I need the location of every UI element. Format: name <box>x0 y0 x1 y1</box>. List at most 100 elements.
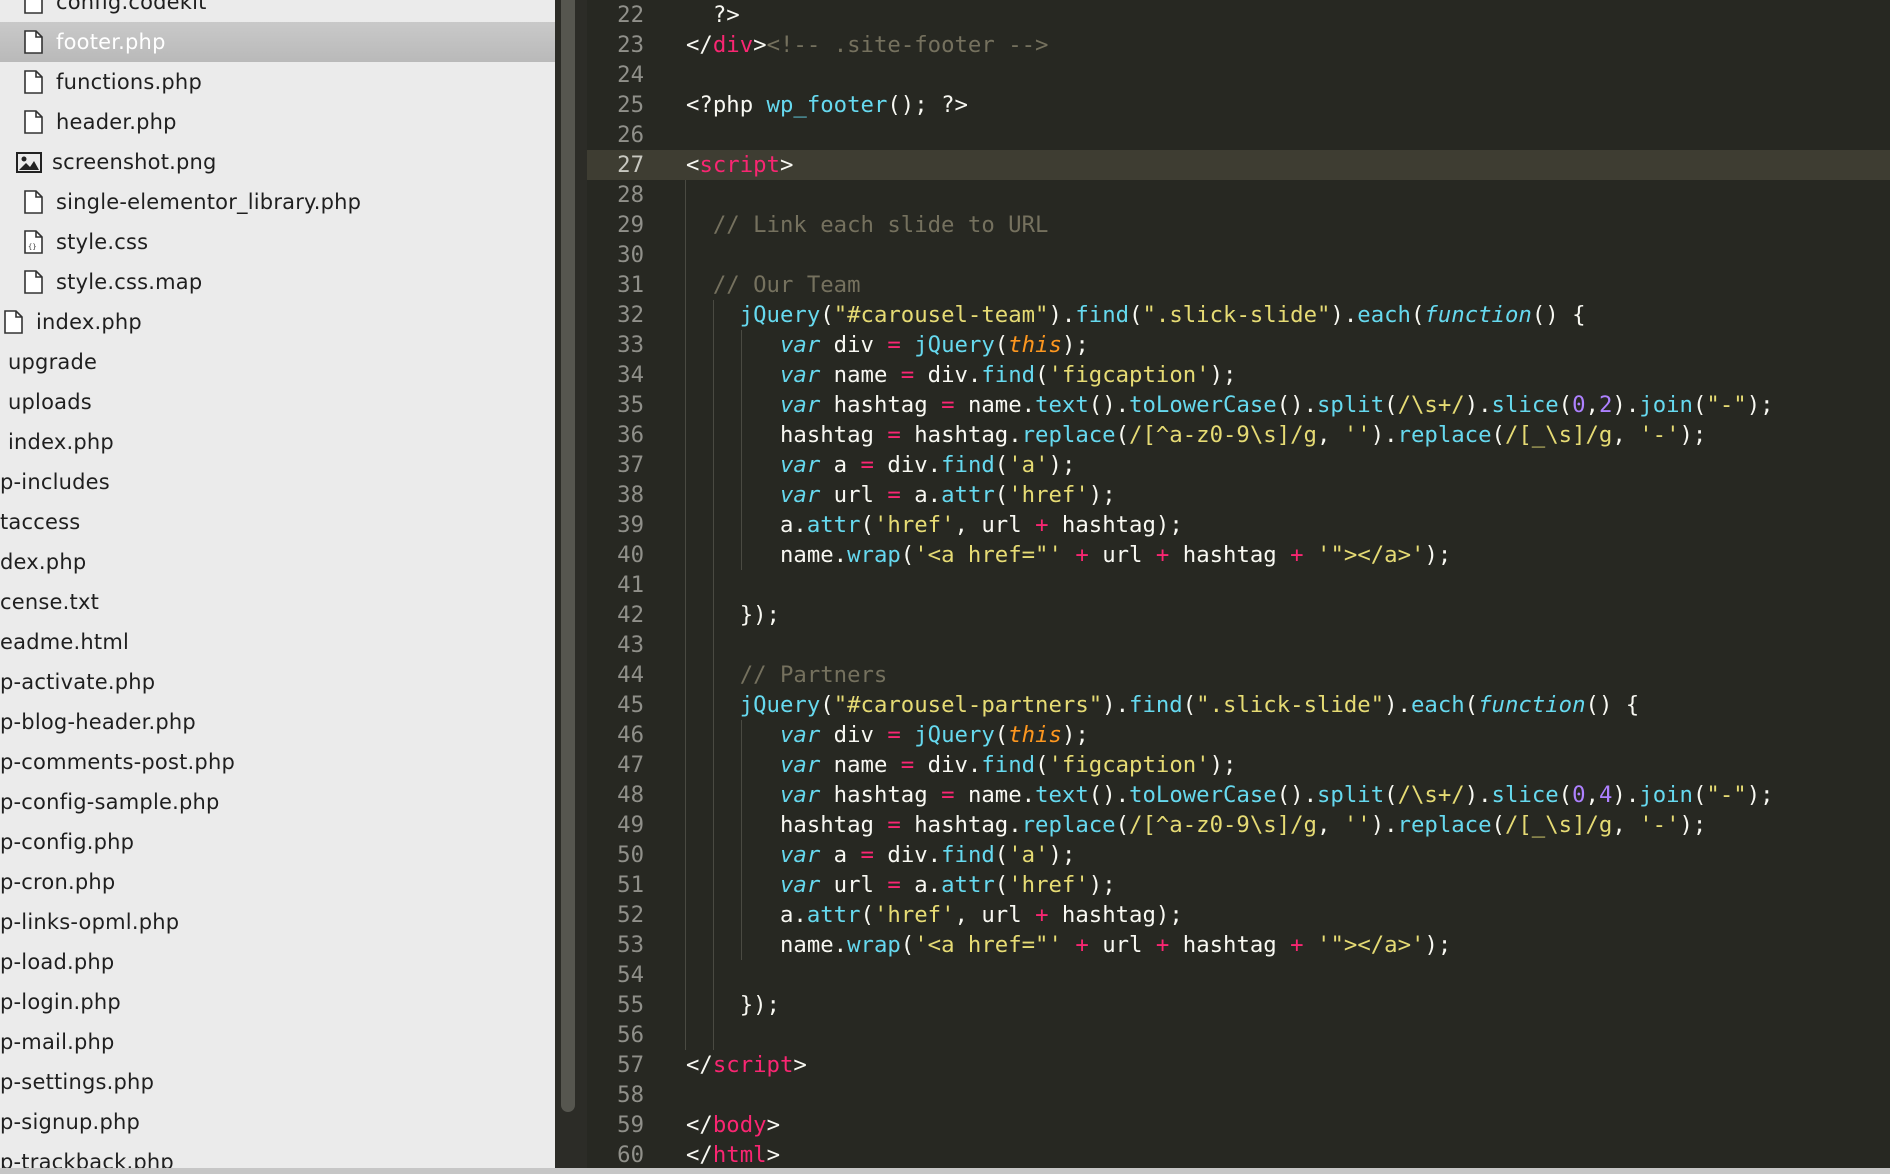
tree-item[interactable]: taccess <box>0 502 555 542</box>
tree-item-label: functions.php <box>56 70 202 94</box>
code-line[interactable]: 53 name.wrap('<a href="' + url + hashtag… <box>587 930 1890 960</box>
code-line[interactable]: 22 ?> <box>587 0 1890 30</box>
tree-item-label: p-signup.php <box>0 1110 141 1134</box>
code-line[interactable]: 42 }); <box>587 600 1890 630</box>
tree-item-label: single-elementor_library.php <box>56 190 362 214</box>
code-line[interactable]: 39 a.attr('href', url + hashtag); <box>587 510 1890 540</box>
line-number: 27 <box>617 152 644 178</box>
code-line[interactable]: 41 <box>587 570 1890 600</box>
tree-item-label: p-activate.php <box>0 670 156 694</box>
tree-item[interactable]: index.php <box>0 302 555 342</box>
tree-item-label: p-config.php <box>0 830 135 854</box>
tree-item[interactable]: uploads <box>0 382 555 422</box>
tree-item[interactable]: eadme.html <box>0 622 555 662</box>
tree-item[interactable]: cense.txt <box>0 582 555 622</box>
code-line[interactable]: 34 var name = div.find('figcaption'); <box>587 360 1890 390</box>
code-line[interactable]: 35 var hashtag = name.text().toLowerCase… <box>587 390 1890 420</box>
tree-item[interactable]: p-settings.php <box>0 1062 555 1102</box>
code-line[interactable]: 36 hashtag = hashtag.replace(/[^a-z0-9\s… <box>587 420 1890 450</box>
line-number: 54 <box>617 962 644 988</box>
code-line[interactable]: 52 a.attr('href', url + hashtag); <box>587 900 1890 930</box>
code-line[interactable]: 37 var a = div.find('a'); <box>587 450 1890 480</box>
code-line[interactable]: 30 <box>587 240 1890 270</box>
code-line[interactable]: 54 <box>587 960 1890 990</box>
code-line[interactable]: 56 <box>587 1020 1890 1050</box>
tree-item[interactable]: header.php <box>0 102 555 142</box>
code-line[interactable]: 38 var url = a.attr('href'); <box>587 480 1890 510</box>
code-line[interactable]: 58 <box>587 1080 1890 1110</box>
tree-item-label: style.css.map <box>56 270 203 294</box>
code-line[interactable]: 24 <box>587 60 1890 90</box>
line-number: 45 <box>617 692 644 718</box>
line-number: 60 <box>617 1142 644 1168</box>
code-text: a.attr('href', url + hashtag); <box>686 512 1183 538</box>
code-line[interactable]: 50 var a = div.find('a'); <box>587 840 1890 870</box>
tree-item[interactable]: p-config.php <box>0 822 555 862</box>
code-editor[interactable]: 22 ?> 23 </div><!-- .site-footer --> 24 25 <?… <box>587 0 1890 1168</box>
tree-item[interactable]: p-config-sample.php <box>0 782 555 822</box>
horizontal-scrollbar[interactable] <box>0 1168 1890 1174</box>
file-icon <box>20 0 46 15</box>
code-text: var a = div.find('a'); <box>779 842 1076 868</box>
code-line[interactable]: 43 <box>587 630 1890 660</box>
code-line[interactable]: 51 var url = a.attr('href'); <box>587 870 1890 900</box>
code-line[interactable]: 23 </div><!-- .site-footer --> <box>587 30 1890 60</box>
code-line[interactable]: 55 }); <box>587 990 1890 1020</box>
tree-item[interactable]: dex.php <box>0 542 555 582</box>
code-line[interactable]: 28 <box>587 180 1890 210</box>
code-line[interactable]: 45 jQuery("#carousel-partners").find(".s… <box>587 690 1890 720</box>
code-line[interactable]: 46 var div = jQuery(this); <box>587 720 1890 750</box>
code-line[interactable]: 60 </html> <box>587 1140 1890 1168</box>
tree-item[interactable]: p-activate.php <box>0 662 555 702</box>
tree-item-label: eadme.html <box>0 630 130 654</box>
line-number: 35 <box>617 392 644 418</box>
file-icon <box>0 309 26 335</box>
sidebar-scrollbar[interactable] <box>561 0 575 1112</box>
tree-item[interactable]: config.codekit <box>0 0 555 22</box>
tree-item[interactable]: p-load.php <box>0 942 555 982</box>
code-line[interactable]: 27 <script> <box>587 150 1890 180</box>
tree-item[interactable]: upgrade <box>0 342 555 382</box>
tree-item[interactable]: p-signup.php <box>0 1102 555 1142</box>
file-icon <box>20 69 46 95</box>
tree-item[interactable]: p-blog-header.php <box>0 702 555 742</box>
tree-item-label: uploads <box>8 390 92 414</box>
file-tree-sidebar[interactable]: config.codekit footer.php functions.php hea… <box>0 0 555 1168</box>
code-line[interactable]: 40 name.wrap('<a href="' + url + hashtag… <box>587 540 1890 570</box>
line-number: 29 <box>617 212 644 238</box>
line-number: 38 <box>617 482 644 508</box>
code-line[interactable]: 31 // Our Team <box>587 270 1890 300</box>
code-line[interactable]: 44 // Partners <box>587 660 1890 690</box>
code-line[interactable]: 59 </body> <box>587 1110 1890 1140</box>
tree-item-label: p-includes <box>0 470 110 494</box>
code-line[interactable]: 32 jQuery("#carousel-team").find(".slick… <box>587 300 1890 330</box>
code-line[interactable]: 33 var div = jQuery(this); <box>587 330 1890 360</box>
tree-item[interactable]: p-cron.php <box>0 862 555 902</box>
tree-item[interactable]: p-trackback.php <box>0 1142 555 1168</box>
tree-item[interactable]: {} style.css <box>0 222 555 262</box>
tree-item[interactable]: p-comments-post.php <box>0 742 555 782</box>
tree-item[interactable]: functions.php <box>0 62 555 102</box>
tree-item[interactable]: p-includes <box>0 462 555 502</box>
line-number: 31 <box>617 272 644 298</box>
code-line[interactable]: 48 var hashtag = name.text().toLowerCase… <box>587 780 1890 810</box>
code-line[interactable]: 25 <?php wp_footer(); ?> <box>587 90 1890 120</box>
line-number: 59 <box>617 1112 644 1138</box>
tree-item[interactable]: p-login.php <box>0 982 555 1022</box>
code-text: name.wrap('<a href="' + url + hashtag + … <box>686 542 1452 568</box>
code-text: }); <box>686 602 780 628</box>
tree-item[interactable]: single-elementor_library.php <box>0 182 555 222</box>
code-line[interactable]: 47 var name = div.find('figcaption'); <box>587 750 1890 780</box>
code-text: var hashtag = name.text().toLowerCase().… <box>779 782 1774 808</box>
code-line[interactable]: 49 hashtag = hashtag.replace(/[^a-z0-9\s… <box>587 810 1890 840</box>
line-number: 43 <box>617 632 644 658</box>
code-line[interactable]: 57 </script> <box>587 1050 1890 1080</box>
tree-item[interactable]: style.css.map <box>0 262 555 302</box>
tree-item[interactable]: index.php <box>0 422 555 462</box>
tree-item[interactable]: p-links-opml.php <box>0 902 555 942</box>
tree-item[interactable]: p-mail.php <box>0 1022 555 1062</box>
code-line[interactable]: 29 // Link each slide to URL <box>587 210 1890 240</box>
tree-item[interactable]: screenshot.png <box>0 142 555 182</box>
code-line[interactable]: 26 <box>587 120 1890 150</box>
tree-item[interactable]: footer.php <box>0 22 555 62</box>
